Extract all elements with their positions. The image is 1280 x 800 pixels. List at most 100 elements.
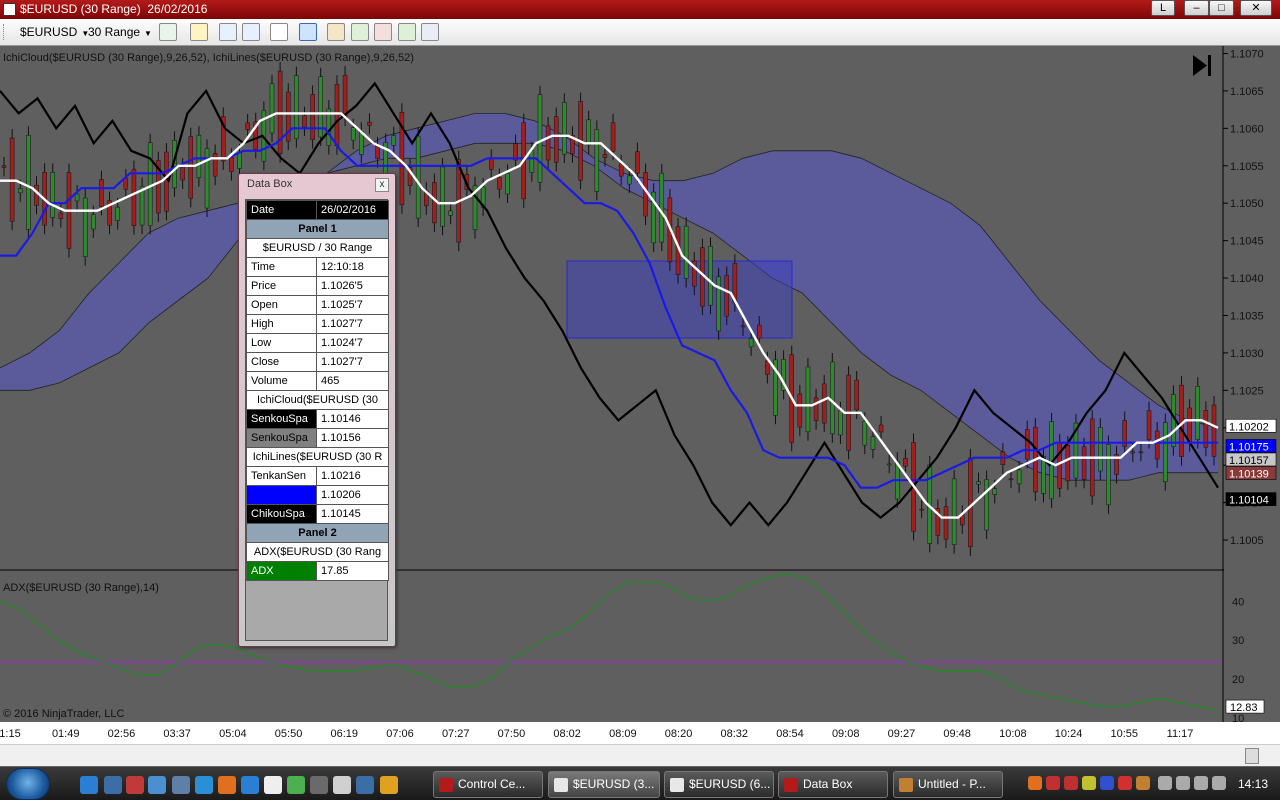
paint-icon[interactable]	[126, 776, 144, 794]
power-icon[interactable]	[1212, 776, 1226, 790]
minimize-button[interactable]: –	[1184, 0, 1209, 16]
bluetooth-icon[interactable]	[1100, 776, 1114, 790]
row-key: Volume	[246, 371, 317, 391]
candle	[1098, 418, 1103, 480]
tray-icon[interactable]	[1136, 776, 1150, 790]
row-value: 1.10216	[316, 466, 389, 486]
calculator-icon[interactable]	[195, 776, 213, 794]
scrollbar-thumb[interactable]	[1245, 748, 1259, 764]
candle	[131, 160, 137, 235]
row-key: ChikouSpa	[246, 504, 317, 524]
candle	[147, 133, 153, 235]
interval-dropdown[interactable]: 30 Range ▼	[88, 25, 152, 39]
adx-value: 17.85	[316, 561, 389, 581]
pencil-icon[interactable]	[190, 23, 208, 41]
tray-icon[interactable]	[1082, 776, 1096, 790]
toolbar-grip[interactable]	[3, 24, 6, 40]
system-tray: 14:13	[1022, 767, 1280, 800]
candle	[432, 173, 437, 232]
time-tick-label: 1:15	[0, 728, 21, 740]
excel-icon[interactable]	[287, 776, 305, 794]
close-button[interactable]: ✕	[1240, 0, 1272, 16]
time-tick-label: 01:49	[52, 728, 80, 740]
time-tick-label: 08:20	[665, 728, 693, 740]
data-box-close-button[interactable]: x	[375, 178, 389, 192]
ie-icon[interactable]	[80, 776, 98, 794]
chart-area[interactable]: 1:15 01:49 02:56 03:37 05:04 05:50 06:19 07:06 0…	[0, 46, 1280, 744]
time-tick-label: 07:27	[442, 728, 470, 740]
tray-icon[interactable]	[1118, 776, 1132, 790]
candle	[1195, 377, 1201, 449]
candle	[643, 163, 648, 226]
horizontal-scrollbar[interactable]	[0, 744, 1280, 766]
task-label: Untitled - P...	[918, 777, 986, 791]
candle	[683, 217, 689, 288]
zoom-out-icon[interactable]	[242, 23, 260, 41]
media-player-icon[interactable]	[104, 776, 122, 794]
browser-icon[interactable]	[241, 776, 259, 794]
data-box-window[interactable]: Data Box x Date 26/02/2016 Panel 1 $EURUS…	[238, 173, 396, 647]
candle	[708, 237, 713, 315]
properties-icon[interactable]	[421, 23, 439, 41]
panel1-header: Panel 1	[246, 219, 389, 239]
task-control-center[interactable]: Control Ce...	[433, 771, 543, 798]
ati-icon[interactable]	[1046, 776, 1060, 790]
instrument-dropdown[interactable]: $EURUSD ▼	[20, 25, 89, 39]
file-icon[interactable]	[333, 776, 351, 794]
row-key: SenkouSpa	[246, 428, 317, 448]
explorer-icon[interactable]	[172, 776, 190, 794]
row-value: 1.1027'7	[316, 314, 389, 334]
candle	[1073, 414, 1079, 488]
dollar-icon[interactable]	[398, 23, 416, 41]
chart-icon	[554, 778, 568, 792]
maximize-button[interactable]: □	[1209, 0, 1234, 16]
data-box-content: Date 26/02/2016 Panel 1 $EURUSD / 30 Rang…	[245, 199, 389, 641]
image-icon[interactable]	[374, 23, 392, 41]
cloud-segment-bullish	[891, 173, 921, 391]
cloud-segment-bullish	[920, 188, 951, 413]
network-icon[interactable]	[1176, 776, 1190, 790]
row-value: 1.10145	[316, 504, 389, 524]
language-button[interactable]: L	[1151, 0, 1175, 16]
task-paint[interactable]: Untitled - P...	[893, 771, 1003, 798]
chrome-icon[interactable]	[380, 776, 398, 794]
price-marker: 1.10202	[1225, 418, 1277, 433]
desktop-icon[interactable]	[148, 776, 166, 794]
candle	[310, 85, 315, 149]
time-tick-label: 09:48	[943, 728, 971, 740]
document-icon[interactable]	[356, 776, 374, 794]
firefox-icon[interactable]	[218, 776, 236, 794]
tray-icon[interactable]	[1028, 776, 1042, 790]
time-tick-label: 10:55	[1111, 728, 1139, 740]
candle	[951, 469, 957, 554]
task-data-box[interactable]: Data Box	[778, 771, 888, 798]
title-bar: $EURUSD (30 Range) 26/02/2016 L – □ ✕	[0, 0, 1280, 19]
task-chart-6[interactable]: $EURUSD (6...	[664, 771, 774, 798]
bar-type-icon[interactable]	[159, 23, 177, 41]
crosshair-icon[interactable]	[270, 23, 288, 41]
volume-icon[interactable]	[1194, 776, 1208, 790]
price-tick-label: 1.1050	[1230, 198, 1264, 210]
indicators-icon[interactable]	[351, 23, 369, 41]
candle	[399, 103, 405, 214]
taskbar: Control Ce... $EURUSD (3... $EURUSD (6..…	[0, 766, 1280, 800]
clock[interactable]: 14:13	[1238, 777, 1268, 791]
zoom-in-icon[interactable]	[219, 23, 237, 41]
start-button[interactable]	[6, 768, 50, 800]
candle	[204, 139, 210, 218]
adx-tick-label: 10	[1232, 713, 1244, 725]
row-key: Low	[246, 333, 317, 353]
notepad-icon[interactable]	[264, 776, 282, 794]
candle	[318, 67, 323, 146]
strategy-icon[interactable]	[327, 23, 345, 41]
candle	[830, 352, 835, 443]
candle	[269, 74, 275, 143]
flag-icon[interactable]	[1158, 776, 1172, 790]
tray-icon[interactable]	[1064, 776, 1078, 790]
time-tick-label: 03:37	[163, 728, 191, 740]
task-chart-30[interactable]: $EURUSD (3...	[548, 771, 660, 798]
time-tick-label: 06:19	[331, 728, 359, 740]
tool-icon[interactable]	[310, 776, 328, 794]
time-tick-label: 08:09	[609, 728, 637, 740]
search-icon[interactable]	[299, 23, 317, 41]
